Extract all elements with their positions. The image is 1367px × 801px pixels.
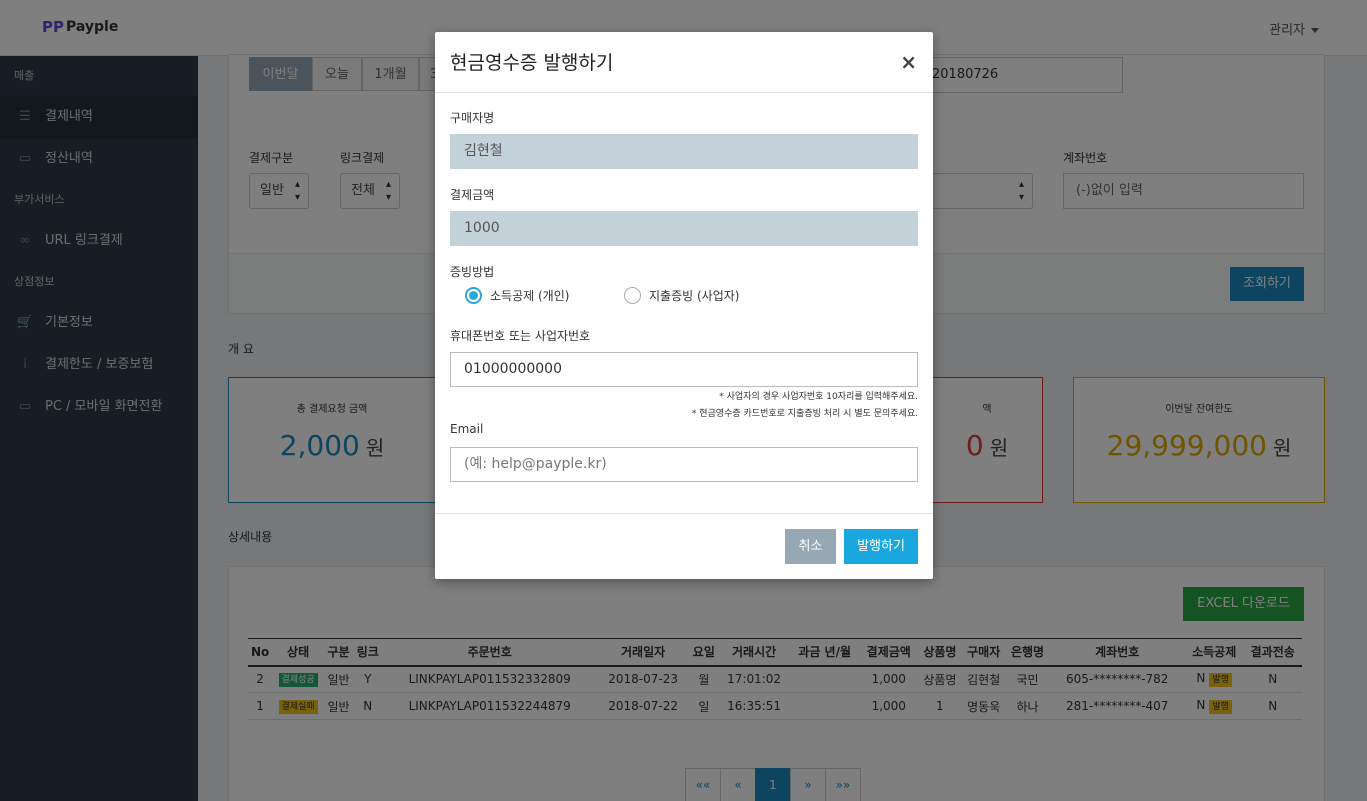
phone-field[interactable]: 01000000000 — [450, 352, 918, 387]
radio-income-deduction[interactable]: 소득공제 (개인) — [465, 287, 569, 304]
modal-title: 현금영수증 발행하기 — [450, 52, 614, 74]
email-field[interactable]: (예: help@payple.kr) — [450, 447, 918, 482]
cash-receipt-modal: 현금영수증 발행하기 × 구매자명 김현철 결제금액 1000 증빙방법 소득공… — [435, 32, 933, 579]
cancel-button[interactable]: 취소 — [785, 529, 836, 564]
buyer-label: 구매자명 — [450, 111, 495, 125]
issue-button[interactable]: 발행하기 — [844, 529, 918, 564]
amount-field: 1000 — [450, 211, 918, 246]
close-icon[interactable]: × — [900, 52, 917, 72]
email-label: Email — [450, 422, 484, 436]
note-business-number: * 사업자의 경우 사업자번호 10자리를 입력해주세요. — [719, 392, 918, 402]
radio-label: 지출증빙 (사업자) — [649, 289, 740, 303]
radio-unchecked-icon — [624, 287, 641, 304]
amount-label: 결제금액 — [450, 188, 495, 202]
radio-checked-icon — [465, 287, 482, 304]
radio-expense-proof[interactable]: 지출증빙 (사업자) — [624, 287, 739, 304]
modal-header-divider — [435, 92, 933, 93]
phone-label: 휴대폰번호 또는 사업자번호 — [450, 329, 591, 343]
modal-footer-divider — [435, 513, 933, 514]
note-card-number: * 현금영수증 카드번호로 지출증빙 처리 시 별도 문의주세요. — [691, 409, 918, 419]
radio-label: 소득공제 (개인) — [490, 289, 570, 303]
method-label: 증빙방법 — [450, 265, 495, 279]
buyer-field: 김현철 — [450, 134, 918, 169]
